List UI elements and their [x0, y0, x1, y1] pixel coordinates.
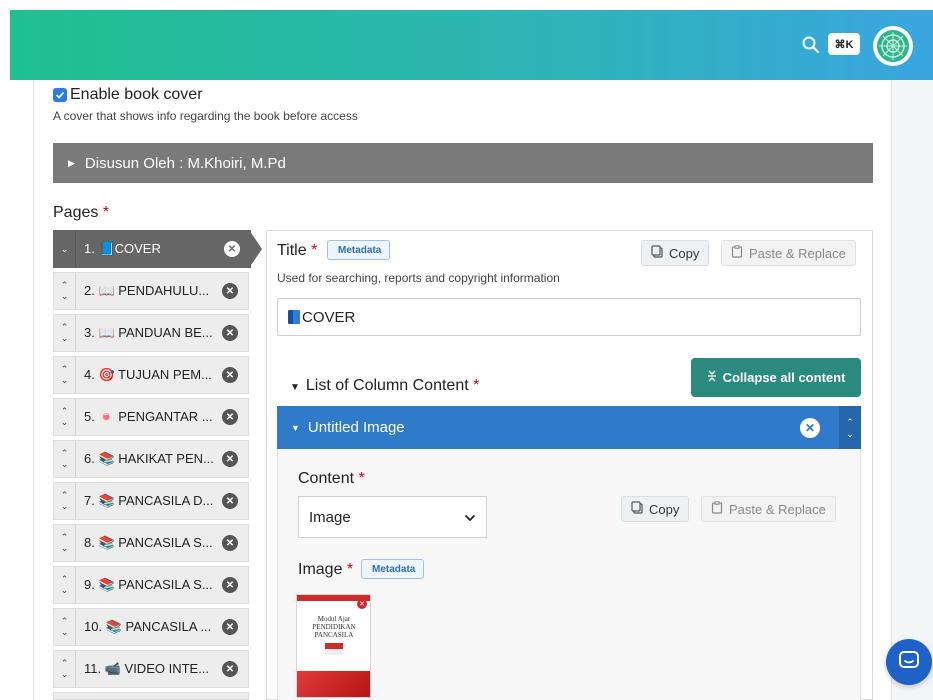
- chevron-down-icon: [464, 509, 476, 526]
- content-copy-button[interactable]: Copy: [621, 496, 690, 522]
- content-copy-label: Copy: [649, 501, 680, 517]
- image-metadata-badge[interactable]: Metadata: [361, 559, 425, 579]
- enable-cover-label[interactable]: Enable book cover: [70, 86, 203, 104]
- copy-icon: [631, 501, 643, 517]
- content-type-select[interactable]: Image: [298, 496, 487, 538]
- page-sort-handle[interactable]: ⌃ ⌄: [54, 609, 76, 645]
- content-type-value: Image: [309, 508, 351, 526]
- clipboard-icon: [731, 245, 743, 261]
- page-item-label: 1. 📘COVER: [84, 241, 161, 256]
- cover-collapsible-title: Disusun Oleh : M.Khoiri, M.Pd: [84, 154, 286, 172]
- remove-page-icon[interactable]: ✕: [222, 619, 238, 635]
- collapse-all-button[interactable]: Collapse all content: [691, 358, 861, 397]
- content-paste-label: Paste & Replace: [729, 501, 826, 517]
- cover-collapsible-section[interactable]: ▶ Disusun Oleh : M.Khoiri, M.Pd: [53, 143, 873, 183]
- page-sort-handle[interactable]: ⌃ ⌄: [54, 357, 76, 393]
- caret-down-icon: ▼: [291, 422, 300, 433]
- title-paste-label: Paste & Replace: [749, 245, 846, 261]
- page-sort-handle[interactable]: ⌃ ⌄: [54, 273, 76, 309]
- title-field-label: Title *: [277, 242, 318, 259]
- page-item-2[interactable]: ⌃ ⌄ 2. 📖 PENDAHULU... ✕: [53, 272, 249, 310]
- page-item-7[interactable]: ⌃ ⌄ 7. 📚 PANCASILA D... ✕: [53, 482, 249, 520]
- remove-page-icon[interactable]: ✕: [224, 241, 240, 257]
- chat-support-button[interactable]: [886, 639, 932, 685]
- thumbnail-bottom-band: [297, 671, 370, 697]
- clipboard-icon: [711, 501, 723, 517]
- page-item-10[interactable]: ⌃ ⌄ 10. 📚 PANCASILA ... ✕: [53, 608, 249, 646]
- remove-content-item-icon[interactable]: ✕: [800, 418, 820, 438]
- page-item-label: 6. 📚 HAKIKAT PEN...: [84, 451, 214, 466]
- page-item-label: 7. 📚 PANCASILA D...: [84, 493, 214, 508]
- content-paste-replace-button[interactable]: Paste & Replace: [701, 496, 836, 522]
- title-help-text: Used for searching, reports and copyrigh…: [277, 271, 560, 285]
- title-copy-label: Copy: [669, 245, 700, 261]
- top-header-bar: [10, 10, 933, 80]
- page-item-label: 9. 📚 PANCASILA S...: [84, 577, 213, 592]
- page-drag-handle[interactable]: ⌄: [54, 231, 76, 267]
- caret-down-icon: ▼: [290, 382, 300, 393]
- page-item-label: 8. 📚 PANCASILA S...: [84, 535, 213, 550]
- remove-page-icon[interactable]: ✕: [222, 325, 238, 341]
- page-item-label: 5. 🍬 PENGANTAR ...: [84, 409, 213, 424]
- page-sort-handle[interactable]: ⌃ ⌄: [54, 525, 76, 561]
- page-item-label: 4. 🎯 TUJUAN PEM...: [84, 367, 212, 382]
- page-item-5[interactable]: ⌃ ⌄ 5. 🍬 PENGANTAR ... ✕: [53, 398, 249, 436]
- collapse-all-label: Collapse all content: [722, 370, 846, 385]
- enable-cover-help: A cover that shows info regarding the bo…: [53, 109, 358, 123]
- right-gutter: [892, 80, 933, 700]
- content-item-title: Untitled Image: [307, 419, 405, 436]
- shortcut-badge[interactable]: ⌘K: [828, 33, 860, 55]
- content-item-header[interactable]: ▼ Untitled Image: [277, 406, 861, 449]
- remove-page-icon[interactable]: ✕: [222, 283, 238, 299]
- thumbnail-title-text: Modul Ajar PENDIDIKAN PANCASILA: [312, 615, 356, 639]
- image-field-label: Image *: [298, 561, 354, 578]
- remove-page-icon[interactable]: ✕: [222, 493, 238, 509]
- title-input[interactable]: COVER: [277, 298, 861, 336]
- page-item-4[interactable]: ⌃ ⌄ 4. 🎯 TUJUAN PEM... ✕: [53, 356, 249, 394]
- page-item-9[interactable]: ⌃ ⌄ 9. 📚 PANCASILA S... ✕: [53, 566, 249, 604]
- title-copy-button[interactable]: Copy: [641, 240, 710, 266]
- blue-book-icon: [288, 310, 300, 324]
- page-item-11[interactable]: ⌃ ⌄ 11. 📹 VIDEO INTE... ✕: [53, 650, 249, 688]
- page-item-6[interactable]: ⌃ ⌄ 6. 📚 HAKIKAT PEN... ✕: [53, 440, 249, 478]
- garuda-emblem-icon: [325, 643, 343, 655]
- cover-image-thumbnail[interactable]: ✕ Modul Ajar PENDIDIKAN PANCASILA: [296, 594, 371, 698]
- content-item-sort-handle[interactable]: ⌃ ⌄: [839, 406, 861, 449]
- remove-page-icon[interactable]: ✕: [222, 451, 238, 467]
- remove-page-icon[interactable]: ✕: [222, 661, 238, 677]
- page-item-label: 10. 📚 PANCASILA ...: [84, 619, 212, 634]
- title-metadata-badge[interactable]: Metadata: [327, 240, 391, 260]
- page-item-12[interactable]: [53, 692, 249, 700]
- page-sort-handle[interactable]: ⌃ ⌄: [54, 567, 76, 603]
- remove-page-icon[interactable]: ✕: [222, 535, 238, 551]
- title-paste-replace-button[interactable]: Paste & Replace: [721, 240, 856, 266]
- page-item-label: 3. 📖 PANDUAN BE...: [84, 325, 213, 340]
- content-field-label: Content *: [298, 470, 365, 487]
- enable-cover-checkbox[interactable]: [53, 88, 67, 102]
- collapse-icon: [707, 370, 717, 385]
- page-sort-handle[interactable]: ⌃ ⌄: [54, 483, 76, 519]
- page-sort-handle[interactable]: ⌃ ⌄: [54, 315, 76, 351]
- search-icon[interactable]: [800, 34, 822, 56]
- column-content-list-label[interactable]: ▼ List of Column Content *: [290, 377, 479, 395]
- page-item-8[interactable]: ⌃ ⌄ 8. 📚 PANCASILA S... ✕: [53, 524, 249, 562]
- page-sort-handle[interactable]: ⌃ ⌄: [54, 441, 76, 477]
- remove-page-icon[interactable]: ✕: [222, 367, 238, 383]
- active-page-pointer: [249, 230, 262, 268]
- chat-icon: [898, 650, 920, 675]
- page-item-label: 11. 📹 VIDEO INTE...: [84, 661, 210, 676]
- avatar[interactable]: [873, 26, 913, 66]
- remove-page-icon[interactable]: ✕: [222, 409, 238, 425]
- remove-page-icon[interactable]: ✕: [222, 577, 238, 593]
- page-item-1[interactable]: ⌄ 1. 📘COVER ✕: [53, 230, 251, 268]
- title-input-value: COVER: [302, 308, 356, 326]
- pages-label: Pages *: [53, 204, 110, 221]
- caret-right-icon: ▶: [68, 157, 75, 168]
- copy-icon: [651, 245, 663, 261]
- page-item-label: 2. 📖 PENDAHULU...: [84, 283, 210, 298]
- page-sort-handle[interactable]: ⌃ ⌄: [54, 651, 76, 687]
- page-item-3[interactable]: ⌃ ⌄ 3. 📖 PANDUAN BE... ✕: [53, 314, 249, 352]
- page-sort-handle[interactable]: ⌃ ⌄: [54, 399, 76, 435]
- remove-image-icon[interactable]: ✕: [357, 599, 367, 609]
